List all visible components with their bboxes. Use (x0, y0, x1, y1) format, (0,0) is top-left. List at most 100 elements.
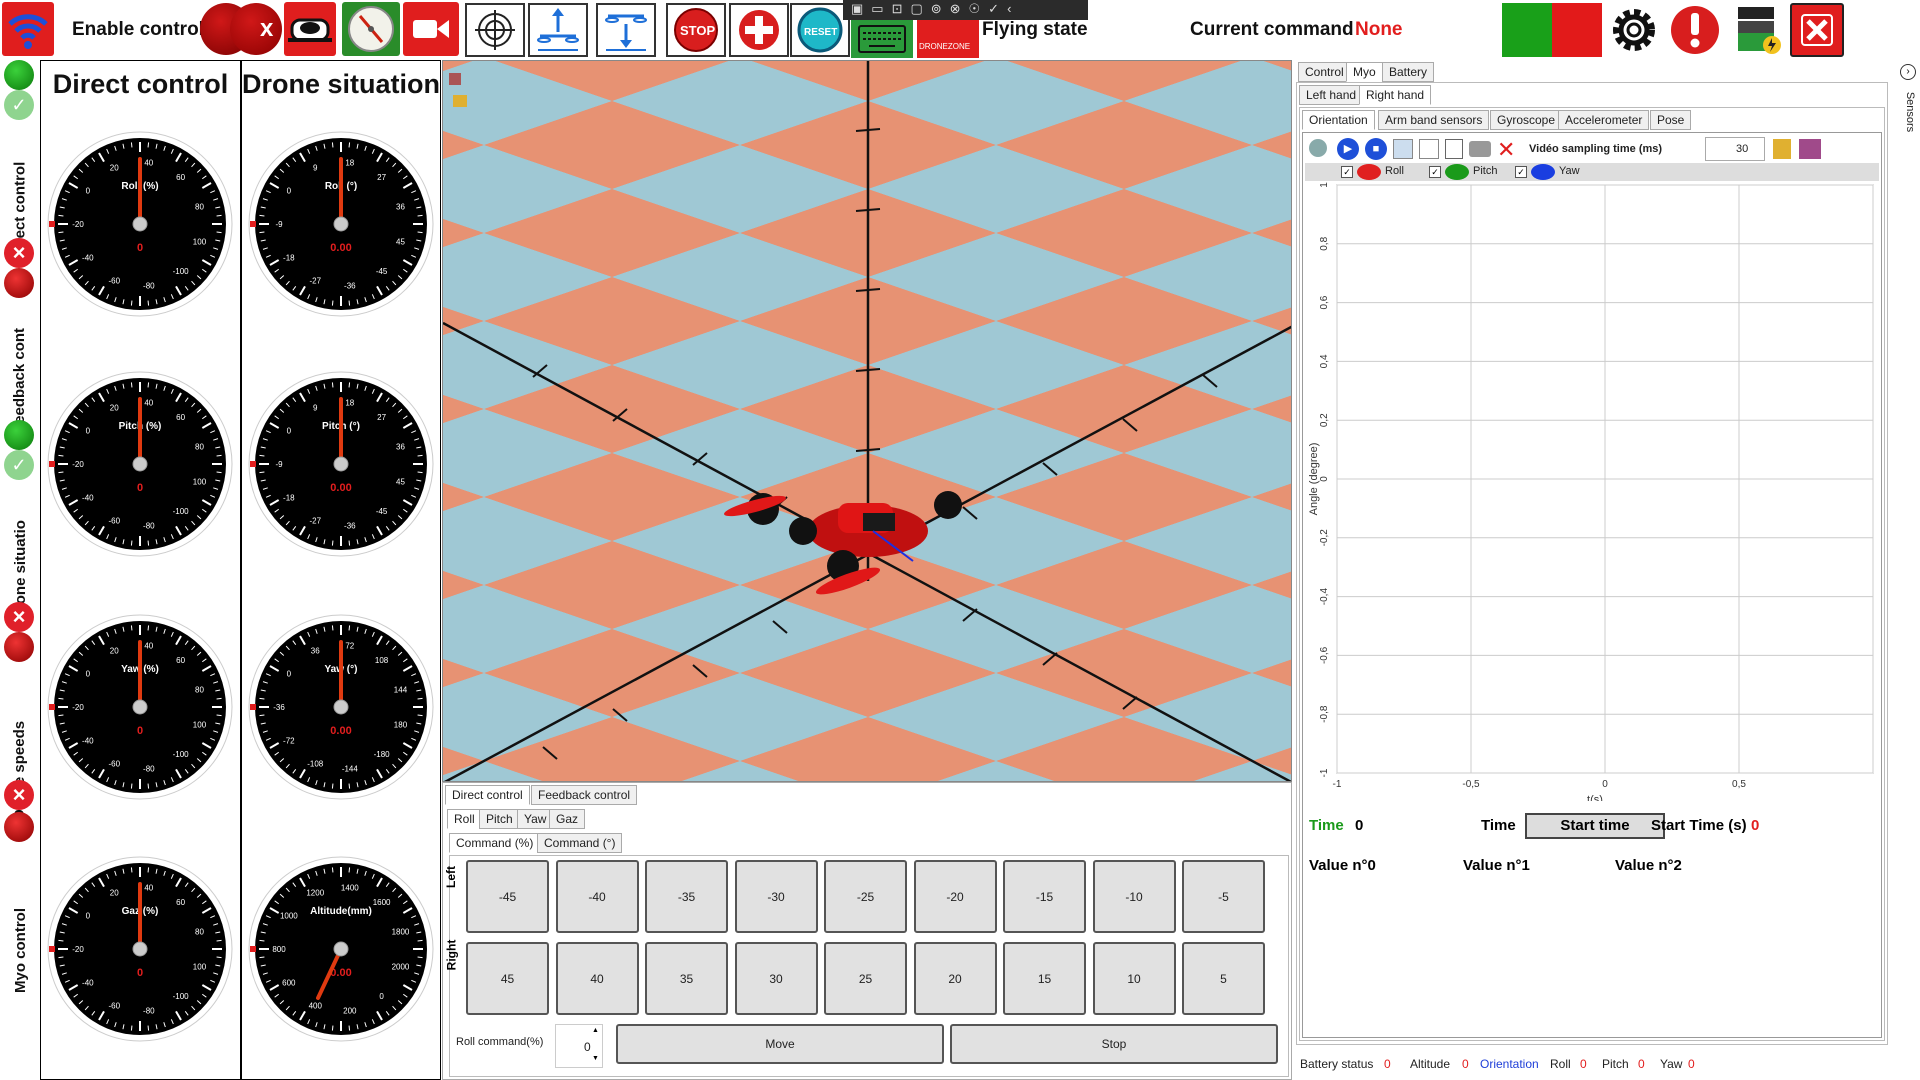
status-bar: Battery status 0 Altitude 0 Orientation … (1296, 1053, 1888, 1075)
tab-direct-control[interactable]: Direct control (445, 785, 530, 805)
alert-icon[interactable] (1668, 3, 1722, 57)
tab-roll[interactable]: Roll (447, 809, 482, 829)
expand-icon[interactable]: › (1900, 64, 1916, 80)
tab-gaz[interactable]: Gaz (549, 809, 586, 829)
legend-pitch-checkbox[interactable]: ✓ (1429, 166, 1441, 178)
altitude-value: 0 (1462, 1057, 1469, 1071)
video-camera-icon[interactable] (403, 2, 459, 56)
wifi-icon[interactable] (2, 2, 54, 56)
right-command-button[interactable]: 45 (466, 942, 549, 1015)
gauge-tick-label: -20 (72, 460, 84, 469)
grid-icon[interactable] (1393, 139, 1413, 159)
right-command-button[interactable]: 20 (913, 942, 997, 1015)
battery-charging-icon[interactable] (1730, 3, 1784, 57)
folder-icon[interactable] (1773, 139, 1791, 159)
move-button[interactable]: Move (616, 1024, 944, 1064)
tab-gyroscope[interactable]: Gyroscope (1490, 110, 1563, 130)
y-tick-label: -0,4 (1319, 588, 1330, 606)
legend-roll-label: Roll (1385, 165, 1404, 177)
gauge-tick-label: 20 (110, 164, 119, 173)
reset-button[interactable]: RESET (790, 3, 850, 57)
close-app-button[interactable] (1790, 3, 1844, 57)
land-button[interactable] (596, 3, 656, 57)
print-icon[interactable] (1469, 141, 1491, 157)
feedback-control-status-red[interactable] (4, 268, 34, 298)
dronezone-logo[interactable]: DRONEZONE (917, 20, 979, 58)
right-command-button[interactable]: 40 (555, 942, 639, 1015)
keyboard-button[interactable] (851, 20, 913, 58)
close-icon[interactable]: × (4, 780, 34, 810)
myo-control-status-red[interactable] (4, 812, 34, 842)
right-command-button[interactable]: 30 (734, 942, 818, 1015)
tab-battery[interactable]: Battery (1382, 62, 1435, 82)
legend-yaw-checkbox[interactable]: ✓ (1515, 166, 1527, 178)
sidebar-item-myo-control[interactable]: Myo control (2, 870, 38, 1030)
left-command-button[interactable]: -25 (824, 860, 907, 933)
enable-control-toggle[interactable]: x (200, 3, 282, 55)
takeoff-button[interactable] (528, 3, 588, 57)
start-time-button[interactable]: Start time (1525, 813, 1665, 839)
left-command-button[interactable]: -20 (913, 860, 997, 933)
tab-right-hand[interactable]: Right hand (1359, 85, 1432, 105)
compass-icon[interactable] (342, 2, 400, 56)
left-command-button[interactable]: -5 (1182, 860, 1265, 933)
left-command-button[interactable]: -15 (1003, 860, 1086, 933)
tab-accelerometer[interactable]: Accelerometer (1558, 110, 1650, 130)
tab-feedback-control[interactable]: Feedback control (531, 785, 638, 805)
right-command-button[interactable]: 10 (1092, 942, 1176, 1015)
right-command-button[interactable]: 35 (645, 942, 728, 1015)
sampling-stepper[interactable]: 30 (1705, 137, 1765, 161)
left-command-button[interactable]: -35 (645, 860, 728, 933)
delete-icon[interactable]: ✕ (1497, 137, 1515, 163)
tab-left-hand[interactable]: Left hand (1299, 85, 1364, 105)
drone-3d-viewport[interactable] (442, 60, 1292, 782)
save-icon[interactable] (1799, 139, 1821, 159)
drone-icon[interactable] (284, 2, 336, 56)
gauge-tick-label: 20 (110, 889, 119, 898)
roll-command-stepper[interactable]: 0 ▲ ▼ (555, 1024, 603, 1068)
close-icon[interactable]: × (4, 602, 34, 632)
play-icon[interactable]: ▶ (1337, 138, 1359, 160)
gauge-hub (132, 699, 148, 715)
gauge-tick-label: 36 (311, 647, 320, 656)
sensors-label[interactable]: Sensors (1904, 92, 1916, 132)
emergency-stop-button[interactable]: STOP (666, 3, 726, 57)
drone-situation-status-green[interactable] (4, 420, 34, 450)
drone-speeds-status-red[interactable] (4, 632, 34, 662)
tab-pitch[interactable]: Pitch (479, 809, 520, 829)
right-command-button[interactable]: 25 (824, 942, 907, 1015)
chart-icon[interactable] (1419, 139, 1439, 159)
stop-button[interactable]: Stop (950, 1024, 1278, 1064)
tab-command-percent[interactable]: Command (%) (449, 833, 541, 853)
stepper-down-icon[interactable]: ▼ (592, 1055, 599, 1062)
stop-icon[interactable]: ■ (1365, 138, 1387, 160)
gauge-tick-label: 18 (345, 399, 354, 408)
tab-yaw[interactable]: Yaw (517, 809, 554, 829)
orientation-label: Orientation (1480, 1057, 1539, 1071)
gauge-tick-label: 800 (272, 945, 286, 954)
stepper-up-icon[interactable]: ▲ (592, 1027, 599, 1034)
tab-control[interactable]: Control (1298, 62, 1351, 82)
close-icon[interactable]: × (4, 238, 34, 268)
tab-orientation[interactable]: Orientation (1302, 110, 1375, 130)
direct-control-status-green[interactable] (4, 60, 34, 90)
tab-myo[interactable]: Myo (1346, 62, 1383, 82)
left-command-button[interactable]: -40 (555, 860, 639, 933)
tab-arm-band-sensors[interactable]: Arm band sensors (1378, 110, 1490, 130)
pitch-value: 0 (1638, 1057, 1645, 1071)
copy-icon[interactable] (1445, 139, 1463, 159)
add-button[interactable] (729, 3, 789, 57)
right-command-button[interactable]: 15 (1003, 942, 1086, 1015)
help-icon[interactable] (1309, 139, 1327, 157)
tab-pose[interactable]: Pose (1650, 110, 1692, 130)
gauge-marker (250, 221, 256, 227)
tab-command-degree[interactable]: Command (°) (537, 833, 623, 853)
left-command-button[interactable]: -10 (1092, 860, 1176, 933)
left-command-button[interactable]: -30 (734, 860, 818, 933)
settings-gear-icon[interactable] (1606, 3, 1662, 57)
left-command-button[interactable]: -45 (466, 860, 549, 933)
legend-roll-checkbox[interactable]: ✓ (1341, 166, 1353, 178)
right-command-button[interactable]: 5 (1182, 942, 1265, 1015)
crosshair-button[interactable] (465, 3, 525, 57)
orientation-chart[interactable]: 1 0,8 0,6 0,4 0,2 0 -0,2 -0,4 -0,6 -0,8 -1-1 -0,5 0 0… (1305, 181, 1879, 801)
